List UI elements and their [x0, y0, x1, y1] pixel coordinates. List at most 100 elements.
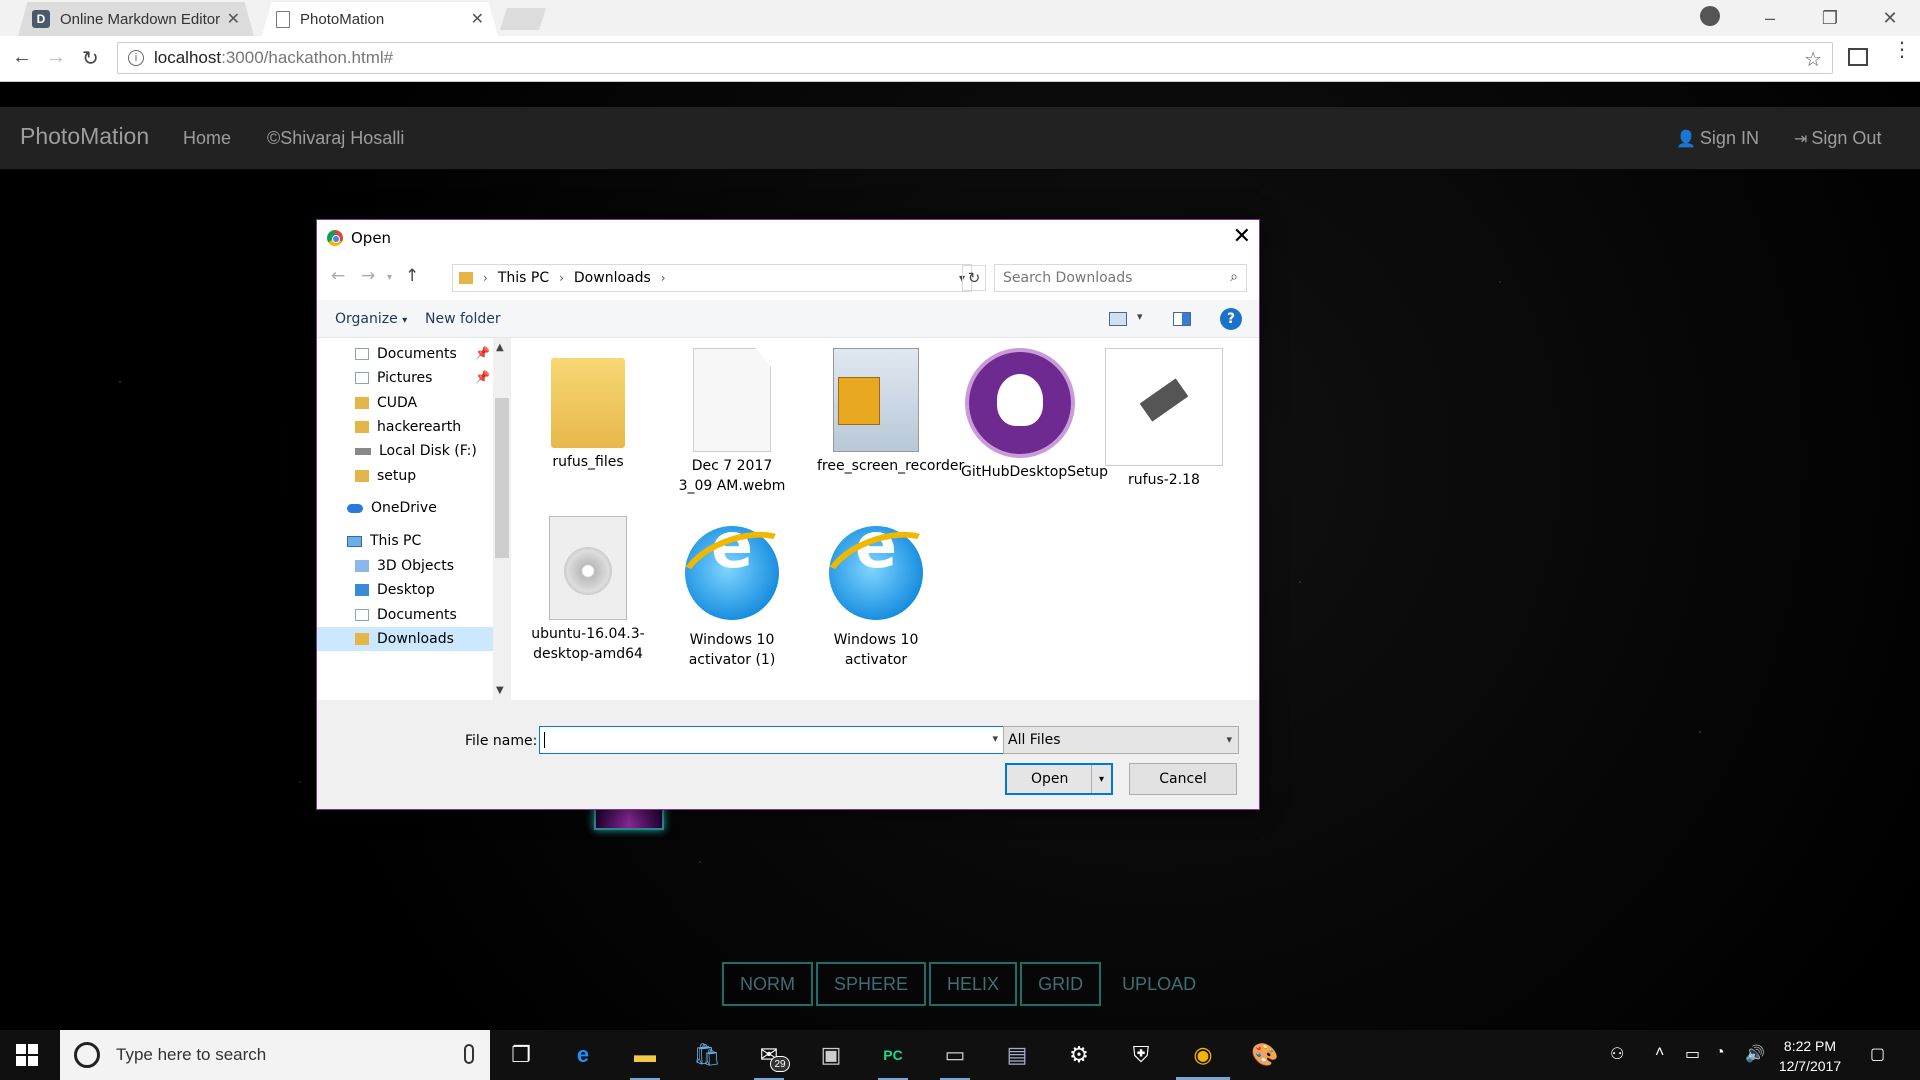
close-icon[interactable]: ✕ — [1233, 224, 1251, 249]
paint-icon[interactable]: 🎨 — [1250, 1040, 1280, 1070]
address-bar[interactable]: i localhost:3000/hackathon.html# ☆ — [117, 42, 1833, 74]
pycharm-icon[interactable]: PC — [878, 1040, 908, 1080]
preview-pane-icon[interactable] — [1173, 312, 1191, 326]
reload-icon[interactable]: ↻ — [82, 46, 99, 71]
breadcrumb-downloads[interactable]: Downloads — [574, 270, 651, 286]
new-tab-button[interactable] — [500, 8, 546, 30]
bookmark-star-icon[interactable]: ☆ — [1804, 47, 1822, 72]
tab-title: PhotoMation — [300, 10, 385, 28]
chevron-right-icon[interactable]: › — [661, 271, 666, 285]
file-type-select[interactable]: All Files ▾ — [1003, 726, 1239, 754]
nav-item-downloads[interactable]: Downloads — [317, 627, 493, 651]
task-view-icon[interactable]: ❐ — [506, 1040, 536, 1070]
profile-icon[interactable] — [1700, 6, 1720, 26]
open-button[interactable]: Open ▾ — [1005, 763, 1113, 795]
scroll-up-icon[interactable]: ▲ — [496, 342, 504, 353]
nav-item-documents-pinned[interactable]: Documents 📌 — [355, 342, 490, 366]
wifi-icon[interactable]: ◔ — [1715, 1044, 1725, 1062]
close-icon[interactable]: ✕ — [471, 9, 484, 29]
tab-photomation[interactable]: PhotoMation ✕ — [262, 2, 498, 36]
new-folder-button[interactable]: New folder — [425, 311, 501, 327]
defender-shield-icon[interactable]: ⛨ — [1126, 1040, 1156, 1070]
nav-item-desktop[interactable]: Desktop — [355, 578, 435, 602]
cancel-button[interactable]: Cancel — [1129, 763, 1237, 795]
tab-markdown-editor[interactable]: D Online Markdown Editor ✕ — [18, 2, 254, 36]
file-explorer-icon[interactable]: ▬ — [630, 1040, 660, 1080]
scroll-down-icon[interactable]: ▼ — [496, 685, 504, 696]
file-name-field[interactable]: ▾ — [539, 726, 1005, 754]
breadcrumb-this-pc[interactable]: This PC — [498, 270, 549, 286]
chevron-up-icon[interactable]: ˄ — [1655, 1044, 1664, 1062]
nav-pane-scrollbar[interactable]: ▲ ▼ — [493, 338, 511, 700]
back-icon[interactable]: ← — [331, 266, 345, 286]
helix-button[interactable]: HELIX — [929, 962, 1018, 1006]
taskbar-search-input[interactable]: Type here to search — [60, 1030, 490, 1080]
chevron-down-icon[interactable]: ▾ — [1137, 310, 1143, 323]
breadcrumb[interactable]: › This PC › Downloads › ▾ — [452, 264, 972, 292]
settings-gear-icon[interactable]: ⚙ — [1064, 1040, 1094, 1070]
scrollbar-thumb[interactable] — [495, 398, 509, 558]
nav-home[interactable]: Home — [183, 128, 231, 149]
file-item-ubuntu-iso[interactable]: ubuntu-16.04.3-desktop-amd64 — [529, 516, 647, 664]
file-item-windows-activator-1[interactable]: e Windows 10 activator (1) — [673, 515, 791, 670]
photos-icon[interactable]: ▤ — [1002, 1040, 1032, 1070]
nav-sign-out[interactable]: ⇥ Sign Out — [1794, 128, 1881, 149]
nav-sign-in[interactable]: 👤 Sign IN — [1676, 128, 1759, 149]
up-arrow-icon[interactable]: ↑ — [405, 266, 419, 286]
nav-item-documents[interactable]: Documents — [355, 603, 457, 627]
norm-button[interactable]: NORM — [722, 962, 813, 1006]
nav-item-local-disk[interactable]: Local Disk (F:) — [355, 439, 477, 463]
recent-locations-icon[interactable]: ▾ — [387, 272, 392, 283]
store-icon[interactable]: 🛍 — [692, 1040, 722, 1070]
site-brand[interactable]: PhotoMation — [20, 123, 149, 150]
close-icon[interactable]: ✕ — [227, 9, 240, 29]
nav-item-hackerearth[interactable]: hackerearth — [355, 415, 461, 439]
chevron-right-icon[interactable]: › — [559, 271, 564, 285]
nav-author[interactable]: ©Shivaraj Hosalli — [267, 128, 404, 149]
minimize-icon[interactable]: – — [1740, 8, 1800, 29]
battery-icon[interactable]: ▭ — [1685, 1044, 1700, 1064]
chrome-icon[interactable]: ◉ — [1176, 1040, 1230, 1080]
people-icon[interactable]: ⚇ — [1610, 1044, 1624, 1064]
grid-button[interactable]: GRID — [1020, 962, 1102, 1006]
close-window-icon[interactable]: ✕ — [1860, 8, 1920, 29]
nav-item-setup[interactable]: setup — [355, 464, 416, 488]
nav-item-3d-objects[interactable]: 3D Objects — [355, 554, 454, 578]
extension-icon[interactable] — [1848, 48, 1868, 66]
edge-icon[interactable]: e — [568, 1040, 598, 1070]
virtualbox-icon[interactable]: ▣ — [816, 1040, 846, 1070]
terminal-icon[interactable]: ▭ — [940, 1040, 970, 1080]
nav-item-cuda[interactable]: CUDA — [355, 391, 417, 415]
file-item-free-screen-recorder[interactable]: free_screen_recorder — [817, 348, 964, 476]
refresh-icon[interactable]: ↻ — [962, 265, 986, 291]
nav-item-pictures[interactable]: Pictures 📌 — [355, 366, 490, 390]
nav-item-this-pc[interactable]: This PC — [347, 529, 421, 553]
info-icon[interactable]: i — [128, 50, 144, 66]
action-center-icon[interactable]: ▢ — [1870, 1044, 1885, 1064]
file-item-webm[interactable]: Dec 7 2017 3_09 AM.webm — [673, 348, 791, 496]
file-item-github-desktop-setup[interactable]: GitHubDesktopSetup — [961, 348, 1108, 482]
restore-icon[interactable]: ❐ — [1800, 8, 1860, 29]
nav-item-onedrive[interactable]: OneDrive — [347, 496, 437, 520]
forward-icon[interactable]: → — [361, 266, 375, 286]
file-item-rufus[interactable]: rufus-2.18 — [1105, 348, 1223, 490]
volume-icon[interactable]: 🔊 — [1745, 1044, 1765, 1064]
back-icon[interactable]: ← — [12, 46, 32, 69]
microphone-icon[interactable] — [464, 1044, 474, 1064]
search-input[interactable]: Search Downloads ⌕ — [994, 264, 1247, 292]
help-icon[interactable]: ? — [1220, 308, 1242, 330]
upload-button[interactable]: UPLOAD — [1104, 962, 1214, 1006]
sphere-button[interactable]: SPHERE — [816, 962, 927, 1006]
system-clock[interactable]: 8:22 PM 12/7/2017 — [1770, 1036, 1850, 1076]
organize-button[interactable]: Organize ▾ — [335, 311, 407, 327]
file-item-windows-activator[interactable]: e Windows 10 activator — [817, 515, 935, 670]
change-view-icon[interactable] — [1109, 312, 1127, 326]
chevron-right-icon[interactable]: › — [483, 271, 488, 285]
open-dropdown-icon[interactable]: ▾ — [1091, 765, 1111, 793]
chevron-down-icon[interactable]: ▾ — [992, 732, 998, 745]
forward-icon[interactable]: → — [46, 46, 66, 69]
menu-dots-icon[interactable]: ⋮ — [1892, 40, 1912, 60]
mail-icon[interactable]: ✉ 29 — [754, 1040, 790, 1080]
windows-start-icon[interactable] — [16, 1044, 38, 1066]
file-item-rufus-files[interactable]: rufus_files — [529, 348, 647, 472]
